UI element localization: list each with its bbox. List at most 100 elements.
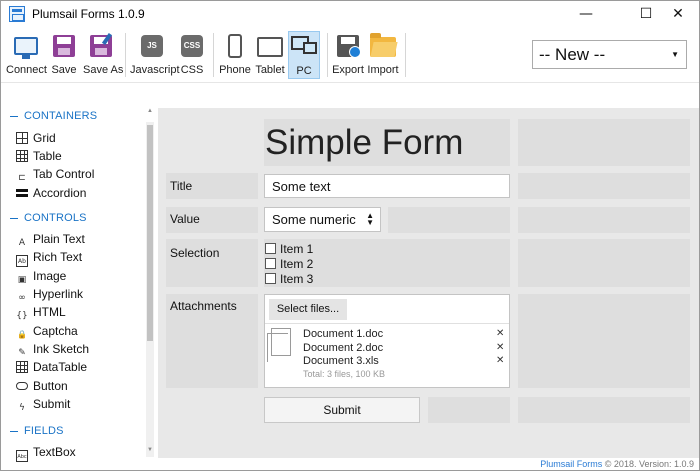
sidebar-item-hyperlink[interactable]: ∞ Hyperlink — [16, 287, 83, 305]
value-numeric-text: Some numeric — [272, 212, 356, 227]
save-button[interactable]: Save — [49, 31, 79, 79]
checkbox-item-3[interactable]: Item 3 — [265, 272, 313, 286]
sidebar-item-ink-sketch[interactable]: ✎ Ink Sketch — [16, 342, 89, 360]
accordion-icon — [16, 187, 28, 199]
sidebar-scrollbar-thumb[interactable] — [147, 125, 153, 341]
save-as-button[interactable]: Save As — [83, 31, 123, 79]
sidebar-item-rich-text[interactable]: Ab Rich Text — [16, 250, 82, 268]
attached-file: Document 1.doc — [303, 328, 384, 340]
tablet-icon — [257, 37, 283, 57]
pencil-icon — [101, 32, 113, 46]
fields-header: FIELDS — [10, 425, 64, 437]
numeric-stepper[interactable]: ▲ ▼ — [366, 212, 374, 227]
toolbar-separator — [213, 33, 214, 77]
value-field-label[interactable]: Value — [170, 212, 200, 226]
captcha-icon: 🔒 — [17, 330, 27, 339]
export-icon — [337, 35, 361, 58]
scroll-up-arrow[interactable]: ▲ — [146, 108, 154, 118]
submit-icon: ϟ — [19, 403, 25, 413]
button-icon — [16, 382, 28, 390]
tablet-button[interactable]: Tablet — [253, 31, 287, 79]
checkbox[interactable] — [265, 258, 276, 269]
form-select-dropdown[interactable]: -- New -- ▼ — [532, 40, 687, 69]
footer-brand[interactable]: Plumsail Forms — [540, 459, 602, 469]
checkbox-item-1[interactable]: Item 1 — [265, 242, 313, 256]
containers-header: CONTAINERS — [10, 110, 97, 122]
submit-button[interactable]: Submit — [264, 397, 420, 423]
pc-button[interactable]: PC — [288, 31, 320, 79]
minimize-button[interactable]: — — [563, 1, 609, 27]
hyperlink-icon: ∞ — [18, 293, 26, 303]
connect-button[interactable]: Connect — [6, 31, 47, 79]
footer-version: Plumsail Forms © 2018. Version: 1.0.9 — [540, 459, 694, 469]
sidebar-item-captcha[interactable]: 🔒 Captcha — [16, 324, 78, 342]
scroll-down-arrow[interactable]: ▼ — [146, 447, 154, 457]
chevron-down-icon: ▼ — [671, 50, 679, 59]
checkbox-item-2[interactable]: Item 2 — [265, 257, 313, 271]
import-button[interactable]: Import — [366, 31, 400, 79]
javascript-button[interactable]: JS Javascript — [130, 31, 180, 79]
toolbar-separator — [125, 33, 126, 77]
phone-icon — [228, 34, 242, 58]
controls-header: CONTROLS — [10, 212, 87, 224]
sidebar-item-plain-text[interactable]: A Plain Text — [16, 232, 85, 250]
sidebar-item-image[interactable]: ▣ Image — [16, 269, 67, 287]
import-label: Import — [367, 64, 399, 76]
form-title[interactable]: Simple Form — [265, 123, 463, 163]
toolbar: Connect Save Save As JS Javascript CSS C… — [1, 27, 699, 83]
toolbar-separator — [327, 33, 328, 77]
sidebar-item-tab-control[interactable]: ⊏ Tab Control — [16, 167, 94, 185]
select-files-button[interactable]: Select files... — [269, 299, 347, 320]
attachments-field-label[interactable]: Attachments — [170, 299, 237, 313]
pc-icon — [291, 36, 317, 58]
grid-icon — [16, 132, 28, 144]
image-icon: ▣ — [17, 275, 27, 285]
sidebar-item-accordion[interactable]: Accordion — [16, 186, 86, 204]
datatable-icon — [16, 361, 28, 373]
sidebar-item-grid[interactable]: Grid — [16, 131, 56, 149]
css-button[interactable]: CSS CSS — [177, 31, 207, 79]
attachments-divider — [265, 323, 509, 324]
checkbox[interactable] — [265, 243, 276, 254]
remove-file-icon[interactable]: ✕ — [496, 342, 504, 353]
rich-text-icon: Ab — [16, 255, 28, 267]
javascript-label: Javascript — [130, 64, 180, 76]
toolbar-separator — [405, 33, 406, 77]
value-numeric-input[interactable]: Some numeric ▲ ▼ — [264, 207, 381, 232]
checkbox[interactable] — [265, 273, 276, 284]
save-label: Save — [51, 64, 77, 76]
export-button[interactable]: Export — [332, 31, 364, 79]
selection-field-label[interactable]: Selection — [170, 246, 219, 260]
form-select-value: -- New -- — [539, 45, 606, 64]
attachments-total: Total: 3 files, 100 KB — [303, 369, 386, 379]
phone-button[interactable]: Phone — [219, 31, 251, 79]
close-window-button[interactable]: ✕ — [655, 1, 699, 27]
window-title: Plumsail Forms 1.0.9 — [32, 7, 145, 21]
app-logo-icon — [9, 6, 25, 22]
connect-label: Connect — [6, 64, 47, 76]
monitor-icon — [14, 37, 38, 59]
plain-text-icon: A — [18, 238, 26, 248]
title-input[interactable]: Some text — [264, 174, 510, 198]
sidebar-item-textbox[interactable]: Abc TextBox — [16, 445, 76, 463]
sidebar-item-table[interactable]: Table — [16, 149, 62, 167]
css-label: CSS — [180, 64, 204, 76]
app-window: Plumsail Forms 1.0.9 — ☐ ✕ Connect Save … — [0, 0, 700, 471]
sidebar-item-submit[interactable]: ϟ Submit — [16, 397, 70, 415]
remove-file-icon[interactable]: ✕ — [496, 355, 504, 366]
remove-file-icon[interactable]: ✕ — [496, 328, 504, 339]
spin-down-icon[interactable]: ▼ — [366, 218, 374, 227]
footer-text: © 2018. Version: 1.0.9 — [602, 459, 694, 469]
ink-sketch-icon: ✎ — [18, 348, 26, 358]
document-icon — [267, 328, 291, 362]
sidebar-item-datatable[interactable]: DataTable — [16, 360, 87, 378]
tablet-label: Tablet — [255, 64, 285, 76]
html-icon: {} — [16, 311, 28, 321]
folder-icon — [370, 33, 396, 57]
title-field-label[interactable]: Title — [170, 179, 192, 193]
sidebar-item-html[interactable]: {} HTML — [16, 305, 65, 323]
sidebar-item-button[interactable]: Button — [16, 379, 68, 397]
pc-label: PC — [296, 65, 312, 77]
textbox-icon: Abc — [16, 450, 28, 462]
javascript-icon: JS — [141, 35, 163, 57]
